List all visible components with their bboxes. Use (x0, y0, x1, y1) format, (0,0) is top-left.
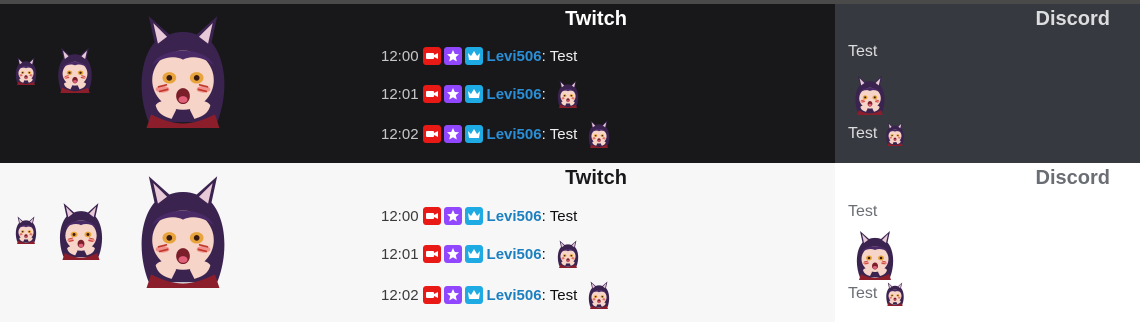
username-colon: : (541, 125, 546, 143)
emote-small-icon (12, 215, 40, 245)
discord-message-text: Test (848, 125, 878, 142)
crown-badge-icon[interactable] (464, 286, 483, 304)
chat-username[interactable]: Levi506 (487, 48, 542, 65)
discord-panel: Discord Test Test (835, 4, 1140, 163)
message-timestamp: 12:02 (381, 125, 419, 143)
crown-badge-icon[interactable] (464, 125, 483, 143)
video-badge-icon[interactable] (422, 125, 441, 143)
star-badge-icon[interactable] (443, 47, 462, 65)
chat-message: 12:01 Levi506: (381, 81, 582, 107)
light-theme-row: Twitch 12:00 Levi506: Test 12:01 Levi506… (0, 163, 1140, 322)
inline-emote-icon (883, 282, 907, 306)
chat-username[interactable]: Levi506 (487, 86, 542, 103)
discord-message-text: Test (848, 285, 878, 302)
crown-badge-icon[interactable] (464, 85, 483, 103)
inline-emote-icon (585, 120, 613, 148)
chat-message: 12:00 Levi506: Test (381, 43, 577, 69)
message-text: Test (549, 47, 578, 65)
video-badge-icon[interactable] (422, 245, 441, 263)
emote-small-icon (12, 56, 40, 86)
message-timestamp: 12:00 (381, 47, 419, 65)
message-timestamp: 12:01 (381, 245, 419, 263)
video-badge-icon[interactable] (422, 47, 441, 65)
username-colon: : (541, 286, 546, 304)
message-timestamp: 12:01 (381, 85, 419, 103)
crown-badge-icon[interactable] (464, 47, 483, 65)
discord-panel: Discord Test Test (835, 163, 1140, 322)
discord-message-text: Test (848, 203, 878, 220)
crown-badge-icon[interactable] (464, 207, 483, 225)
inline-emote-icon (585, 281, 613, 309)
star-badge-icon[interactable] (443, 286, 462, 304)
star-badge-icon[interactable] (443, 125, 462, 143)
discord-emote-icon (850, 70, 890, 120)
username-colon: : (541, 207, 546, 225)
star-badge-icon[interactable] (443, 85, 462, 103)
video-badge-icon[interactable] (422, 85, 441, 103)
video-badge-icon[interactable] (422, 286, 441, 304)
inline-emote-icon (554, 240, 582, 268)
emote-medium-icon (52, 201, 110, 261)
message-timestamp: 12:02 (381, 286, 419, 304)
discord-title: Discord (1035, 8, 1110, 30)
chat-username[interactable]: Levi506 (487, 246, 542, 263)
message-text: Test (549, 125, 578, 143)
inline-emote-icon (554, 80, 582, 108)
star-badge-icon[interactable] (443, 207, 462, 225)
inline-emote-icon (883, 122, 907, 146)
star-badge-icon[interactable] (443, 245, 462, 263)
message-text: Test (549, 207, 578, 225)
video-badge-icon[interactable] (422, 207, 441, 225)
emote-medium-icon (52, 42, 98, 98)
username-colon: : (541, 245, 546, 263)
message-timestamp: 12:00 (381, 207, 419, 225)
discord-message: Test (848, 282, 907, 306)
discord-emote-icon (850, 229, 900, 281)
chat-message: 12:02 Levi506: Test (381, 121, 613, 147)
chat-username[interactable]: Levi506 (487, 287, 542, 304)
message-text: Test (549, 286, 578, 304)
chat-message: 12:00 Levi506: Test (381, 203, 577, 229)
crown-badge-icon[interactable] (464, 245, 483, 263)
discord-title: Discord (1035, 167, 1110, 189)
discord-message-text: Test (848, 43, 878, 60)
chat-username[interactable]: Levi506 (487, 126, 542, 143)
discord-message: Test (848, 122, 907, 146)
chat-username[interactable]: Levi506 (487, 208, 542, 225)
username-colon: : (541, 47, 546, 65)
chat-message: 12:01 Levi506: (381, 241, 582, 267)
dark-theme-row: Twitch 12:00 Levi506: Test 12:01 Levi506… (0, 4, 1140, 163)
chat-message: 12:02 Levi506: Test (381, 282, 613, 308)
username-colon: : (541, 85, 546, 103)
